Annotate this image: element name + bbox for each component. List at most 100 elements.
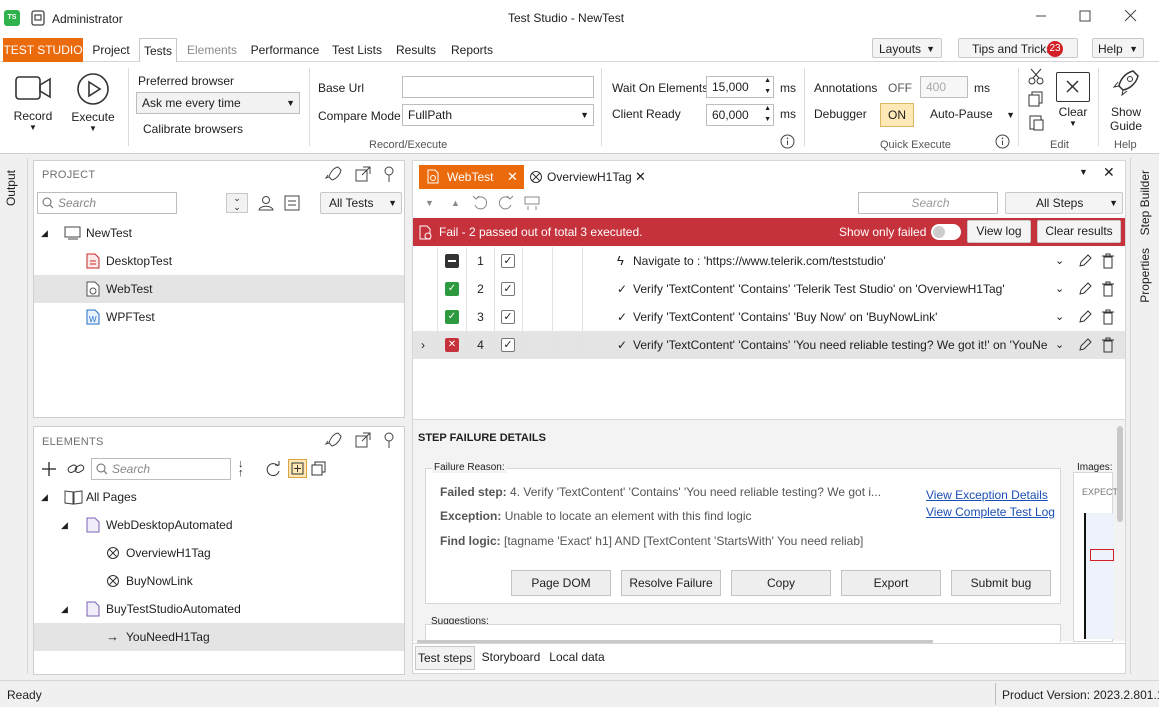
add-icon[interactable] xyxy=(40,460,58,478)
tab-results[interactable]: Results xyxy=(393,38,439,62)
chevron-right-icon[interactable]: › xyxy=(421,331,425,359)
view-log-button[interactable]: View log xyxy=(967,220,1031,243)
delete-icon[interactable] xyxy=(1101,309,1115,325)
output-side-tab[interactable]: Output xyxy=(0,158,28,674)
expected-image-thumbnail[interactable] xyxy=(1084,513,1114,639)
chevron-down-icon[interactable]: ⌄ xyxy=(1055,303,1064,331)
all-tests-dropdown[interactable]: All Tests ▼ xyxy=(320,192,402,214)
link-icon[interactable] xyxy=(66,460,86,478)
annotations-toggle[interactable]: OFF xyxy=(888,81,912,95)
redo-icon[interactable] xyxy=(497,194,515,212)
spinner-icon[interactable]: ▲ ▼ xyxy=(764,103,771,125)
doc-tab-overviewh1tag[interactable]: OverviewH1Tag ✕ xyxy=(525,165,653,189)
enabled-cell[interactable]: ✓ xyxy=(495,247,523,275)
step-options-icon[interactable] xyxy=(523,194,541,212)
properties-side-tab[interactable]: Properties xyxy=(1138,248,1152,303)
close-button[interactable] xyxy=(1122,8,1142,24)
sort-icon[interactable]: ↓ ↑ xyxy=(238,459,244,479)
edit-icon[interactable] xyxy=(1077,337,1093,353)
tree-node-youneedh1tag[interactable]: → YouNeedH1Tag xyxy=(34,623,404,651)
steps-search-input[interactable]: Search xyxy=(858,192,998,214)
base-url-input[interactable] xyxy=(402,76,594,98)
edit-icon[interactable] xyxy=(1077,253,1093,269)
compare-mode-select[interactable]: FullPath ▼ xyxy=(402,104,594,126)
delete-icon[interactable] xyxy=(1101,337,1115,353)
pin-icon[interactable] xyxy=(382,165,396,183)
tab-test-lists[interactable]: Test Lists xyxy=(330,38,384,62)
preferred-browser-select[interactable]: Ask me every time ▼ xyxy=(136,92,300,114)
clear-results-button[interactable]: Clear results xyxy=(1037,220,1121,243)
enabled-cell[interactable]: ✓ xyxy=(495,275,523,303)
show-guide-button[interactable]: Show Guide xyxy=(1104,68,1148,134)
edit-icon[interactable] xyxy=(1077,309,1093,325)
tab-performance[interactable]: Performance xyxy=(249,38,321,62)
expand-arrow-icon[interactable]: ◢ xyxy=(61,511,68,539)
cut-icon[interactable] xyxy=(1027,67,1045,85)
chevron-down-icon[interactable]: ⌄ xyxy=(1055,331,1064,359)
tree-node-buynowlink[interactable]: BuyNowLink xyxy=(34,567,404,595)
export-button[interactable]: Export xyxy=(841,570,941,596)
doc-tab-webtest[interactable]: WebTest ✕ xyxy=(419,165,524,189)
annotations-delay-input[interactable]: 400 xyxy=(920,76,968,98)
expand-arrow-icon[interactable]: ◢ xyxy=(61,595,68,623)
chevron-down-icon[interactable]: ⌄ xyxy=(1055,275,1064,303)
popout-icon[interactable] xyxy=(354,165,372,183)
debugger-toggle[interactable]: ON xyxy=(880,103,914,127)
resolve-failure-button[interactable]: Resolve Failure xyxy=(621,570,721,596)
delete-icon[interactable] xyxy=(1101,281,1115,297)
step-row[interactable]: 1 ✓ ϟ Navigate to : 'https://www.telerik… xyxy=(413,247,1125,275)
enabled-checkbox[interactable]: ✓ xyxy=(501,310,515,324)
step-builder-side-tab[interactable]: Step Builder xyxy=(1138,170,1152,235)
close-icon[interactable]: ✕ xyxy=(635,169,646,185)
tab-project[interactable]: Project xyxy=(88,38,134,62)
view-test-log-link[interactable]: View Complete Test Log xyxy=(926,505,1055,519)
tips-button[interactable]: Tips and Tricks 23 xyxy=(958,38,1078,58)
elements-search-input[interactable]: Search xyxy=(91,458,231,480)
project-search-input[interactable]: Search xyxy=(37,192,177,214)
all-steps-dropdown[interactable]: All Steps ▼ xyxy=(1005,192,1123,214)
move-up-icon[interactable]: ▲ xyxy=(451,198,460,208)
chevron-down-icon[interactable]: ⌄ xyxy=(1055,247,1064,275)
copy-element-icon[interactable] xyxy=(310,460,328,478)
rocket-icon[interactable] xyxy=(324,165,342,183)
close-document-icon[interactable]: ✕ xyxy=(1103,164,1115,181)
step-row-selected[interactable]: › ✕ 4 ✓ ✓ Verify 'TextContent' 'Contains… xyxy=(413,331,1125,359)
tree-node-all-pages[interactable]: ◢ All Pages xyxy=(34,483,404,511)
tab-storyboard[interactable]: Storyboard xyxy=(479,646,543,670)
vertical-scrollbar[interactable] xyxy=(1117,426,1123,522)
paste-icon[interactable] xyxy=(1027,113,1045,131)
highlight-toggle-icon[interactable] xyxy=(288,459,307,478)
layouts-dropdown[interactable]: Layouts ▼ xyxy=(872,38,942,58)
tab-reports[interactable]: Reports xyxy=(448,38,496,62)
tab-local-data[interactable]: Local data xyxy=(547,646,607,670)
tree-node-newtest[interactable]: ◢ NewTest xyxy=(34,219,404,247)
view-exception-link[interactable]: View Exception Details xyxy=(926,488,1048,502)
row-expander[interactable]: › xyxy=(413,331,438,359)
submit-bug-button[interactable]: Submit bug xyxy=(951,570,1051,596)
record-button[interactable]: Record ▼ xyxy=(6,68,60,136)
close-icon[interactable]: ✕ xyxy=(507,169,518,185)
popout-icon[interactable] xyxy=(354,431,372,449)
maximize-button[interactable] xyxy=(1076,8,1096,24)
tree-node-buyteststudioautomated[interactable]: ◢ BuyTestStudioAutomated xyxy=(34,595,404,623)
expand-arrow-icon[interactable]: ◢ xyxy=(41,483,48,511)
tree-node-overviewh1tag[interactable]: OverviewH1Tag xyxy=(34,539,404,567)
rocket-icon[interactable] xyxy=(324,431,342,449)
enabled-checkbox[interactable]: ✓ xyxy=(501,254,515,268)
enabled-cell[interactable]: ✓ xyxy=(495,303,523,331)
tree-node-webdesktopautomated[interactable]: ◢ WebDesktopAutomated xyxy=(34,511,404,539)
tree-node-wpftest[interactable]: W WPFTest xyxy=(34,303,404,331)
delete-icon[interactable] xyxy=(1101,253,1115,269)
tree-node-desktoptest[interactable]: DesktopTest xyxy=(34,247,404,275)
move-down-icon[interactable]: ▼ xyxy=(425,198,434,208)
page-dom-button[interactable]: Page DOM xyxy=(511,570,611,596)
info-icon[interactable] xyxy=(780,134,795,149)
tab-elements[interactable]: Elements xyxy=(184,38,240,62)
undo-icon[interactable] xyxy=(471,194,489,212)
enabled-cell[interactable]: ✓ xyxy=(495,331,523,359)
pin-icon[interactable] xyxy=(382,431,396,449)
spinner-icon[interactable]: ▲ ▼ xyxy=(764,75,771,97)
wait-on-elements-input[interactable]: 15,000 ▲ ▼ xyxy=(706,76,774,98)
step-row[interactable]: ✓ 3 ✓ ✓ Verify 'TextContent' 'Contains' … xyxy=(413,303,1125,331)
enabled-checkbox[interactable]: ✓ xyxy=(501,282,515,296)
